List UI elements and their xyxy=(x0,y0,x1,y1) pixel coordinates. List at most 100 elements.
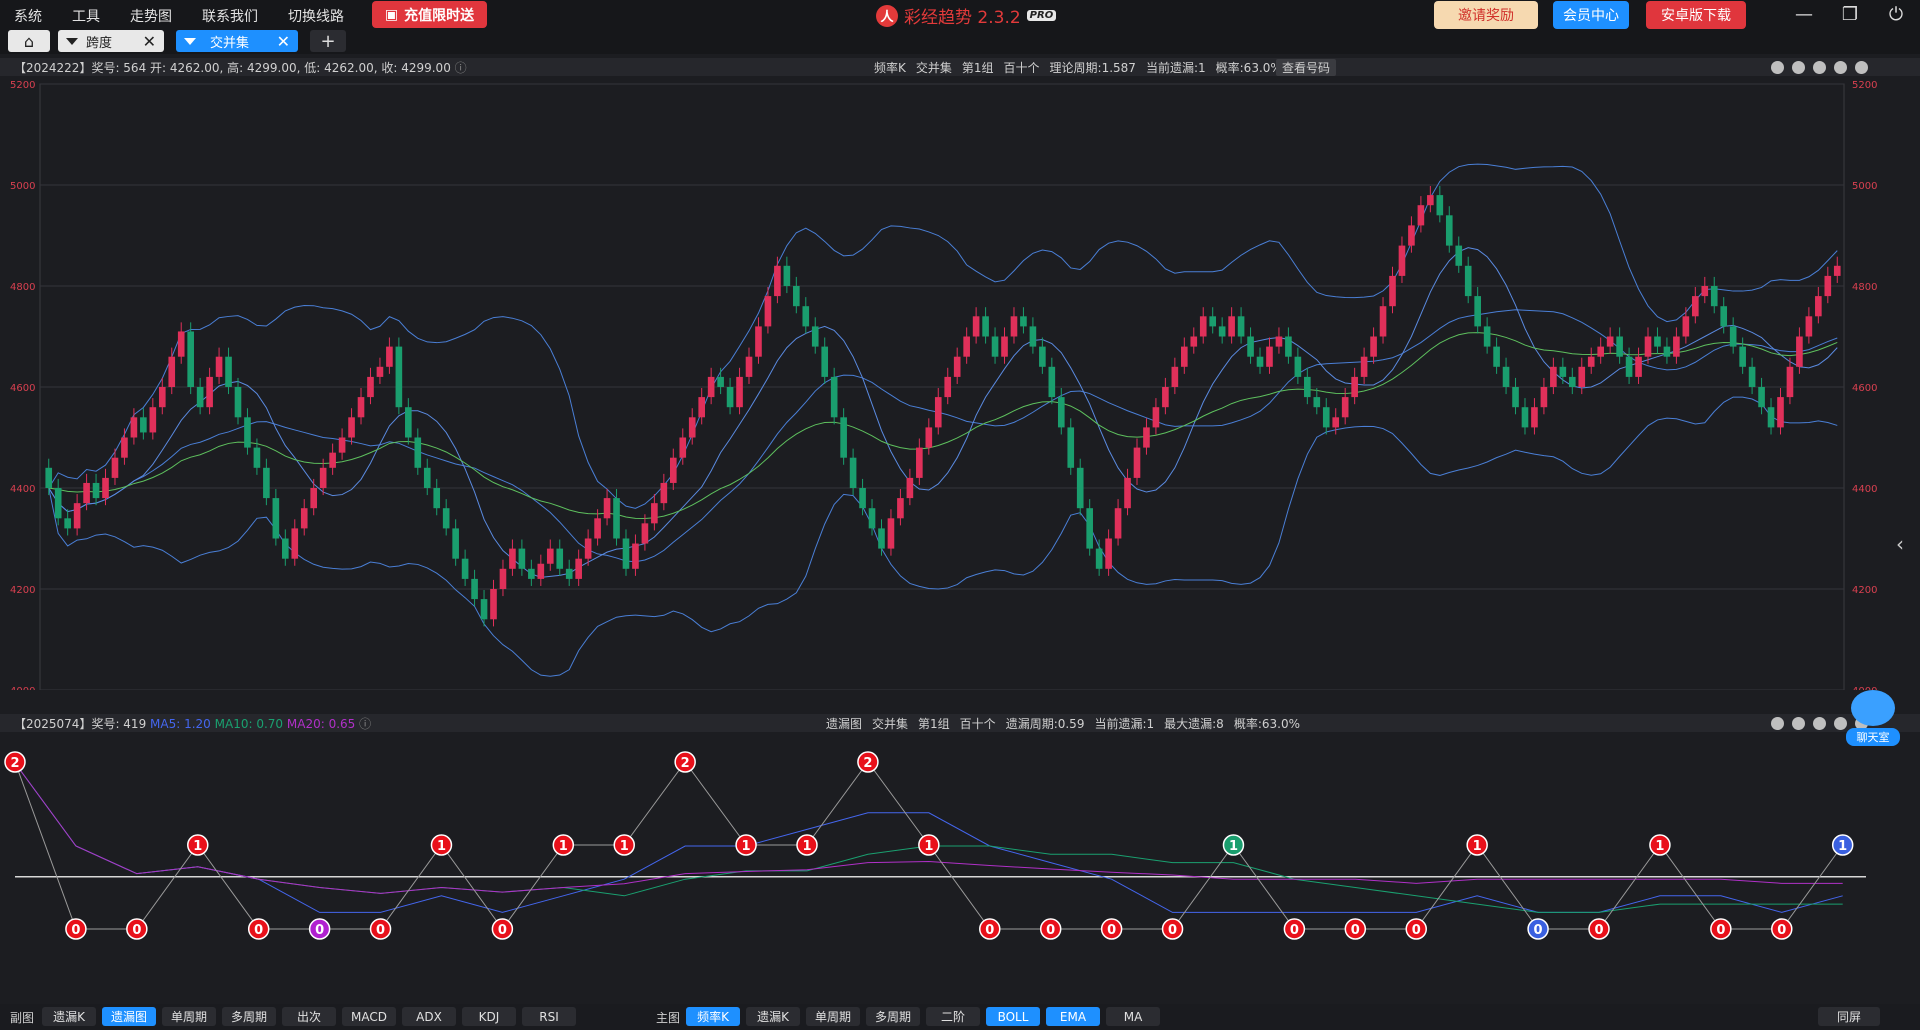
promo-button[interactable]: ▣ 充值限时送 xyxy=(372,1,487,28)
minimize-icon[interactable]: — xyxy=(1792,4,1816,25)
candle-body xyxy=(1512,387,1519,408)
up-icon[interactable] xyxy=(1813,60,1826,74)
miss-point: 0 xyxy=(1161,918,1184,940)
main-tab-button-4[interactable]: 二阶 xyxy=(926,1007,980,1026)
candle-body xyxy=(1710,286,1718,307)
chat-room-button[interactable]: 聊天室 xyxy=(1846,690,1900,746)
miss-point-label: 0 xyxy=(132,923,141,938)
close-icon[interactable]: ✕ xyxy=(143,32,156,51)
menu-item-2[interactable]: 走势图 xyxy=(130,6,172,26)
sub-tab-button-0[interactable]: 遗漏K xyxy=(42,1007,96,1026)
main-tab-button-6[interactable]: EMA xyxy=(1046,1007,1100,1026)
pin-icon[interactable] xyxy=(1771,716,1784,730)
candle-body xyxy=(1133,447,1141,478)
candle-body xyxy=(679,437,687,458)
candle-body xyxy=(395,346,403,408)
chat-bubble-icon xyxy=(1851,690,1895,726)
candle-body xyxy=(111,457,119,478)
sub-tab-button-2[interactable]: 单周期 xyxy=(162,1007,216,1026)
main-tab-button-5[interactable]: BOLL xyxy=(986,1007,1040,1026)
tab-intersection[interactable]: 交并集 ✕ xyxy=(176,30,298,52)
menu-item-4[interactable]: 切换线路 xyxy=(288,6,344,26)
tab-span[interactable]: 跨度 ✕ xyxy=(58,30,164,52)
main-tab-button-7[interactable]: MA xyxy=(1106,1007,1160,1026)
candle-body xyxy=(1095,548,1103,569)
add-tab-button[interactable]: + xyxy=(310,30,346,52)
miss-point-label: 0 xyxy=(1534,923,1543,938)
maximize-icon[interactable]: ❐ xyxy=(1838,4,1862,25)
help-icon[interactable]: ⓘ xyxy=(455,61,467,75)
miss-point: 1 xyxy=(552,834,575,856)
sub-tab-button-4[interactable]: 出次 xyxy=(282,1007,336,1026)
candle-body xyxy=(1322,407,1330,428)
miss-point: 1 xyxy=(1649,834,1671,856)
candle-body xyxy=(1247,336,1254,357)
sub-tab-button-1[interactable]: 遗漏图 xyxy=(102,1007,156,1026)
menu-item-1[interactable]: 工具 xyxy=(72,6,100,26)
sub-tab-button-8[interactable]: RSI xyxy=(522,1007,576,1026)
invite-button[interactable]: 邀请奖励 xyxy=(1434,1,1538,29)
candle-body xyxy=(1758,387,1765,408)
fullscreen-button[interactable]: 同屏 xyxy=(1818,1007,1880,1026)
main-chart-label: 主图 xyxy=(656,1011,681,1025)
down-icon[interactable] xyxy=(1834,60,1847,74)
candle-body xyxy=(300,508,308,529)
main-tab-button-1[interactable]: 遗漏K xyxy=(746,1007,800,1026)
main-tab-button-0[interactable]: 频率K xyxy=(686,1007,740,1026)
candle-body xyxy=(622,538,630,569)
candle-body xyxy=(991,336,999,357)
candle-body xyxy=(1067,427,1075,468)
compass-icon[interactable] xyxy=(1771,60,1784,74)
candle-body xyxy=(688,417,696,438)
main-ohlc-text: 【2024222】奖号: 564 开: 4262.00, 高: 4299.00,… xyxy=(14,60,467,75)
close-icon[interactable]: ✕ xyxy=(277,32,290,51)
candle-body xyxy=(982,316,989,337)
back-icon[interactable] xyxy=(1792,716,1805,730)
candle-body xyxy=(830,376,838,418)
sub-tab-button-6[interactable]: ADX xyxy=(402,1007,456,1026)
candle-body xyxy=(1398,245,1406,276)
candle-body xyxy=(281,538,289,559)
sub-tab-button-3[interactable]: 多周期 xyxy=(222,1007,276,1026)
candle-body xyxy=(575,558,582,579)
menu-item-0[interactable]: 系统 xyxy=(14,6,42,26)
candle-body xyxy=(1408,225,1415,246)
candle-body xyxy=(840,417,847,458)
sub-tab-button-5[interactable]: MACD xyxy=(342,1007,396,1026)
miss-point: 0 xyxy=(1283,918,1306,940)
candle-body xyxy=(878,528,885,549)
sub-tab-button-7[interactable]: KDJ xyxy=(462,1007,516,1026)
candle-body xyxy=(1162,387,1169,408)
miss-point: 1 xyxy=(1222,834,1245,856)
help-icon[interactable]: ⓘ xyxy=(359,717,371,731)
candle-body xyxy=(1445,215,1453,246)
candle-body xyxy=(310,488,318,509)
candle-body xyxy=(1029,326,1037,347)
candle-body xyxy=(897,498,904,519)
candle-body xyxy=(1086,508,1093,549)
candle-body xyxy=(1266,346,1273,367)
settings-icon[interactable] xyxy=(1855,60,1868,74)
menu-item-3[interactable]: 联系我们 xyxy=(202,6,258,26)
member-center-button[interactable]: 会员中心 xyxy=(1553,1,1629,29)
miss-point: 0 xyxy=(1344,918,1367,940)
sub-param-0: 遗漏图 xyxy=(826,716,863,731)
candle-body xyxy=(1815,296,1822,317)
up-icon[interactable] xyxy=(1813,716,1826,730)
power-icon[interactable]: ⏻ xyxy=(1884,4,1908,25)
candle-body xyxy=(423,467,431,488)
view-numbers-button[interactable]: 查看号码 xyxy=(1276,58,1337,76)
pro-badge: PRO xyxy=(1026,10,1057,21)
candle-body xyxy=(1616,336,1623,357)
home-tab[interactable]: ⌂ xyxy=(8,30,50,52)
collapse-arrow-icon[interactable]: ‹ xyxy=(1896,532,1904,556)
candle-body xyxy=(698,397,706,418)
candle-body xyxy=(1587,356,1595,367)
main-tab-button-3[interactable]: 多周期 xyxy=(866,1007,920,1026)
back-icon[interactable] xyxy=(1792,60,1805,74)
candle-body xyxy=(669,457,677,483)
candle-body xyxy=(1786,366,1794,398)
android-download-button[interactable]: 安卓版下载 xyxy=(1646,1,1746,29)
main-tab-button-2[interactable]: 单周期 xyxy=(806,1007,860,1026)
candle-body xyxy=(1114,508,1122,539)
